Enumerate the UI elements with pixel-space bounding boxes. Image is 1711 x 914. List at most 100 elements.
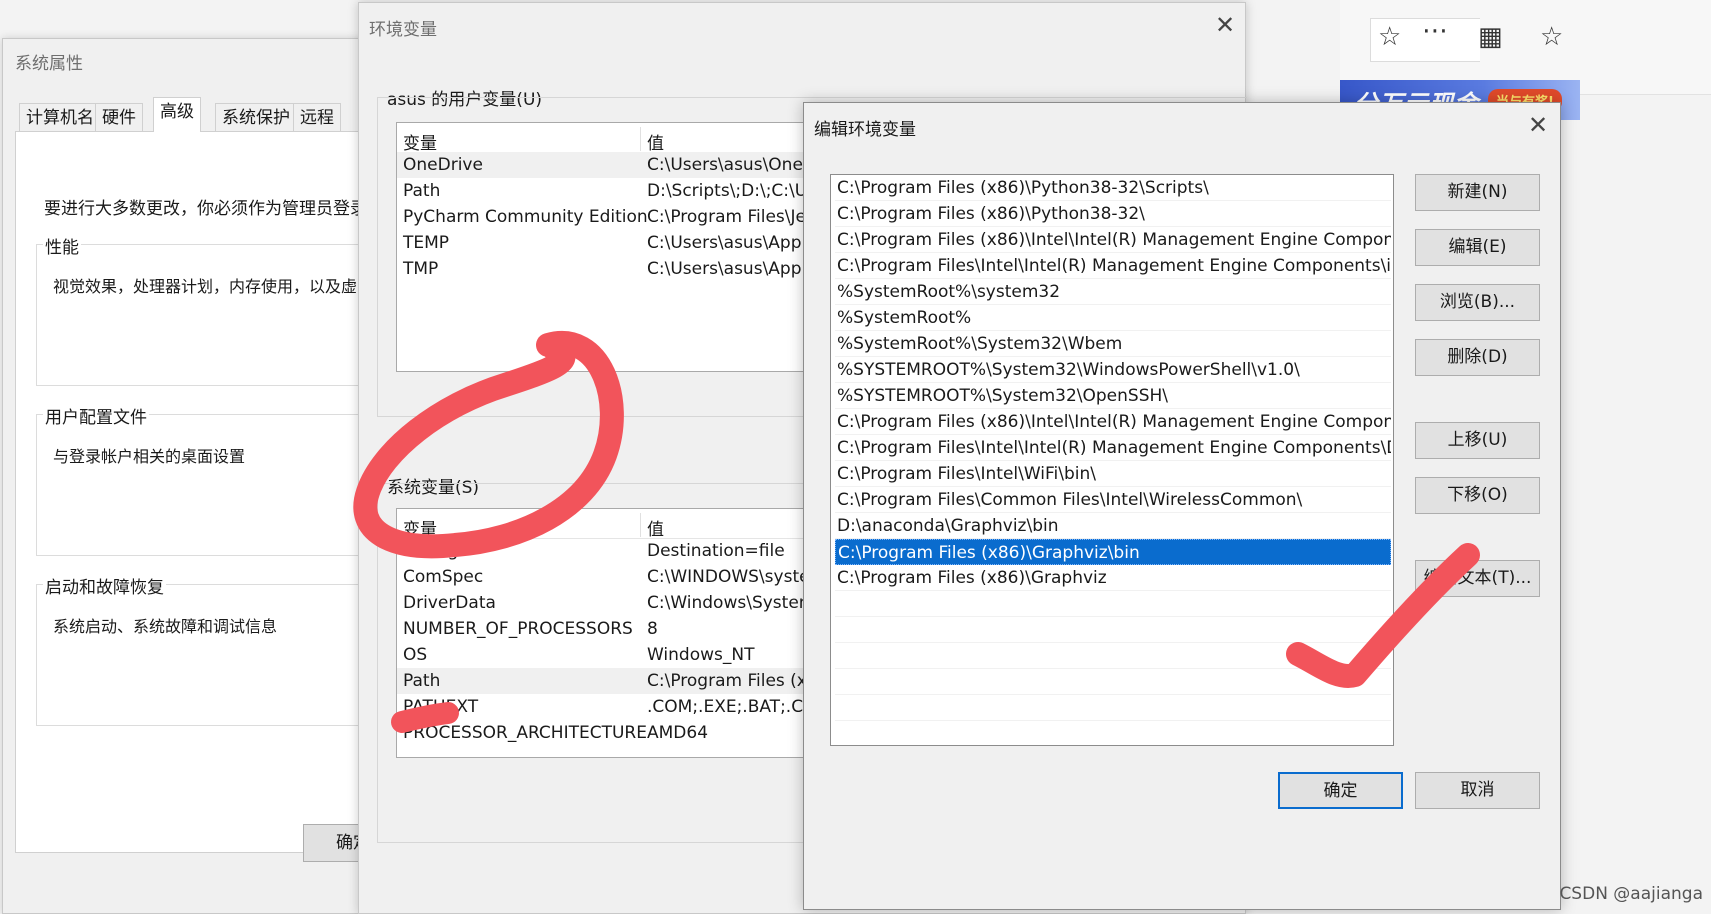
path-entry[interactable]: %SystemRoot%\system32: [835, 279, 1391, 305]
var-value: Destination=file: [647, 541, 785, 561]
group-title: 用户配置文件: [43, 403, 149, 428]
empty-row[interactable]: [835, 591, 1391, 617]
tab-system-protection[interactable]: 系统保护: [215, 103, 297, 131]
group-title: 性能: [43, 233, 81, 258]
ok-button[interactable]: 确定: [1278, 772, 1403, 809]
var-value: C:\Windows\System: [647, 593, 816, 613]
var-name: Path: [403, 181, 441, 201]
close-icon[interactable]: ✕: [1215, 13, 1235, 37]
table-row[interactable]: DriverData C:\Windows\System: [397, 590, 846, 616]
var-value: C:\Program Files (x8: [647, 671, 818, 691]
empty-row[interactable]: [835, 617, 1391, 643]
column-divider[interactable]: [640, 127, 641, 151]
path-entry[interactable]: C:\Program Files (x86)\Graphviz: [835, 565, 1391, 591]
path-entry[interactable]: C:\Program Files (x86)\Python38-32\Scrip…: [835, 175, 1391, 201]
path-entry-selected[interactable]: C:\Program Files (x86)\Graphviz\bin: [835, 539, 1391, 565]
table-row[interactable]: Path D:\Scripts\;D:\;C:\Use: [397, 178, 846, 204]
var-value: AMD64: [647, 723, 709, 743]
move-down-button[interactable]: 下移(O): [1415, 477, 1540, 514]
more-icon[interactable]: ⋯: [1422, 16, 1448, 46]
tab-remote[interactable]: 远程: [293, 103, 341, 131]
edit-button[interactable]: 编辑(E): [1415, 229, 1540, 266]
apps-icon[interactable]: ▦: [1478, 22, 1503, 52]
admin-notice: 要进行大多数更改，你必须作为管理员登录。: [44, 199, 384, 219]
delete-button[interactable]: 删除(D): [1415, 339, 1540, 376]
browse-button[interactable]: 浏览(B)...: [1415, 284, 1540, 321]
path-entry[interactable]: %SystemRoot%\System32\Wbem: [835, 331, 1391, 357]
edit-environment-variable-window: 编辑环境变量 ✕ C:\Program Files (x86)\Python38…: [803, 102, 1561, 910]
tab-computer-name[interactable]: 计算机名: [19, 103, 101, 131]
path-list[interactable]: C:\Program Files (x86)\Python38-32\Scrip…: [830, 174, 1394, 746]
empty-row[interactable]: [835, 695, 1391, 721]
var-value: C:\Users\asus\OneDr: [647, 155, 823, 175]
star-icon[interactable]: ☆: [1378, 22, 1401, 52]
col-value[interactable]: 值: [647, 129, 664, 154]
group-title: 启动和故障恢复: [43, 573, 166, 598]
path-entry[interactable]: %SystemRoot%: [835, 305, 1391, 331]
tab-hardware[interactable]: 硬件: [95, 103, 143, 131]
startup-recovery-group: 启动和故障恢复 系统启动、系统故障和调试信息: [36, 573, 400, 726]
var-value: D:\Scripts\;D:\;C:\Use: [647, 181, 827, 201]
empty-row[interactable]: [835, 669, 1391, 695]
table-row[interactable]: PyCharm Community Edition C:\Program Fil…: [397, 204, 846, 230]
col-variable[interactable]: 变量: [403, 129, 437, 154]
table-row[interactable]: OneDrive C:\Users\asus\OneDr: [397, 152, 846, 178]
path-entry[interactable]: C:\Program Files (x86)\Intel\Intel(R) Ma…: [835, 227, 1391, 253]
new-button[interactable]: 新建(N): [1415, 174, 1540, 211]
column-divider[interactable]: [640, 513, 641, 537]
var-name: OneDrive: [403, 155, 483, 175]
close-icon[interactable]: ✕: [1528, 113, 1548, 137]
var-value: C:\Users\asus\AppDa: [647, 233, 826, 253]
watermark: CSDN @aajianga: [1559, 884, 1703, 904]
path-entry[interactable]: %SYSTEMROOT%\System32\OpenSSH\: [835, 383, 1391, 409]
cancel-button[interactable]: 取消: [1415, 772, 1540, 809]
var-name: DriverData: [403, 593, 496, 613]
move-up-button[interactable]: 上移(U): [1415, 422, 1540, 459]
group-desc: 系统启动、系统故障和调试信息: [53, 617, 278, 636]
var-value: C:\Program Files\Jet: [647, 207, 813, 227]
user-vars-list[interactable]: 变量 值 OneDrive C:\Users\asus\OneDr Path D…: [396, 122, 847, 372]
user-profile-group: 用户配置文件 与登录帐户相关的桌面设置: [36, 403, 400, 556]
path-entry[interactable]: D:\anaconda\Graphviz\bin: [835, 513, 1391, 539]
var-name: ComSpec: [403, 567, 484, 587]
empty-row[interactable]: [835, 643, 1391, 669]
advanced-panel: 要进行大多数更改，你必须作为管理员登录。 性能 视觉效果，处理器计划，内存使用，…: [15, 131, 400, 853]
var-name: Path: [403, 671, 441, 691]
var-name: TEMP: [403, 233, 450, 253]
system-properties-window: 系统属性 计算机名 硬件 高级 系统保护 远程 要进行大多数更改，你必须作为管理…: [2, 38, 403, 914]
var-value: .COM;.EXE;.BAT;.CMI: [647, 697, 823, 717]
group-desc: 与登录帐户相关的桌面设置: [53, 447, 246, 466]
performance-group: 性能 视觉效果，处理器计划，内存使用，以及虚: [36, 233, 400, 386]
var-name: NUMBER_OF_PROCESSORS: [403, 619, 633, 639]
path-entry[interactable]: C:\Program Files\Intel\WiFi\bin\: [835, 461, 1391, 487]
col-value[interactable]: 值: [647, 515, 664, 540]
path-entry[interactable]: C:\Program Files\Intel\Intel(R) Manageme…: [835, 253, 1391, 279]
table-row-path[interactable]: Path C:\Program Files (x8: [397, 668, 846, 694]
var-name: PyCharm Community Edition: [403, 207, 648, 227]
system-vars-list[interactable]: 变量 值 asl.log Destination=file ComSpec C:…: [396, 508, 847, 758]
var-name: asl.log: [403, 541, 459, 561]
favorites-icon[interactable]: ☆: [1540, 22, 1563, 52]
var-value: C:\Users\asus\AppDa: [647, 259, 826, 279]
window-title: 系统属性: [15, 54, 83, 74]
tab-advanced[interactable]: 高级: [153, 97, 201, 132]
path-entry[interactable]: %SYSTEMROOT%\System32\WindowsPowerShell\…: [835, 357, 1391, 383]
table-row[interactable]: ComSpec C:\WINDOWS\syster: [397, 564, 846, 590]
table-row[interactable]: TEMP C:\Users\asus\AppDa: [397, 230, 846, 256]
table-row[interactable]: PROCESSOR_ARCHITECTURE AMD64: [397, 720, 846, 746]
var-name: OS: [403, 645, 428, 665]
window-title: 编辑环境变量: [814, 120, 916, 140]
path-entry[interactable]: C:\Program Files (x86)\Python38-32\: [835, 201, 1391, 227]
table-row[interactable]: TMP C:\Users\asus\AppDa: [397, 256, 846, 282]
table-row[interactable]: PATHEXT .COM;.EXE;.BAT;.CMI: [397, 694, 846, 720]
path-entry[interactable]: C:\Program Files\Intel\Intel(R) Manageme…: [835, 435, 1391, 461]
table-row[interactable]: asl.log Destination=file: [397, 538, 846, 564]
table-row[interactable]: OS Windows_NT: [397, 642, 846, 668]
path-entry[interactable]: C:\Program Files\Common Files\Intel\Wire…: [835, 487, 1391, 513]
edit-text-button[interactable]: 编辑文本(T)...: [1415, 560, 1540, 597]
table-row[interactable]: NUMBER_OF_PROCESSORS 8: [397, 616, 846, 642]
path-entry[interactable]: C:\Program Files (x86)\Intel\Intel(R) Ma…: [835, 409, 1391, 435]
col-variable[interactable]: 变量: [403, 515, 437, 540]
var-value: 8: [647, 619, 658, 639]
var-value: Windows_NT: [647, 645, 755, 665]
